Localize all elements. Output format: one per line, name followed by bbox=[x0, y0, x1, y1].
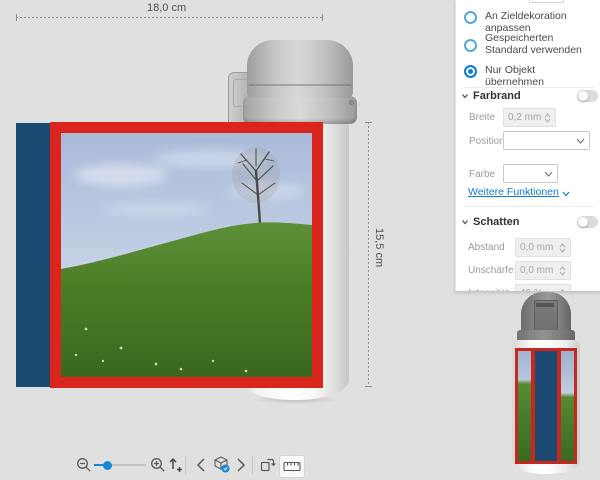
3d-view-icon[interactable] bbox=[212, 455, 231, 474]
previous-view-icon[interactable] bbox=[195, 458, 207, 472]
zoom-slider[interactable] bbox=[94, 457, 146, 473]
width-dimension-tick-right bbox=[322, 14, 323, 21]
bottle-cap bbox=[247, 40, 353, 98]
next-view-icon[interactable] bbox=[235, 458, 247, 472]
position-label: Position bbox=[469, 136, 505, 147]
panel-divider bbox=[464, 87, 594, 88]
preview-cap-bar bbox=[536, 303, 554, 307]
farbrand-section-header[interactable]: Farbrand bbox=[461, 90, 521, 102]
farbe-label: Farbe bbox=[469, 169, 495, 180]
schatten-section-header[interactable]: Schatten bbox=[461, 216, 519, 228]
product-preview-thumbnail[interactable] bbox=[500, 288, 595, 480]
width-dimension-tick-left bbox=[16, 14, 17, 21]
toggle-knob bbox=[578, 217, 588, 227]
unschaerfe-input[interactable]: 0,0 mm bbox=[515, 261, 571, 280]
radio-option-nur-objekt[interactable]: Nur Objekt übernehmen bbox=[464, 64, 596, 88]
farbrand-section-title: Farbrand bbox=[473, 90, 521, 102]
chevron-down-icon bbox=[461, 218, 469, 226]
chevron-down-icon bbox=[562, 191, 570, 197]
preview-photo-left bbox=[518, 351, 531, 461]
height-dimension-tick-top bbox=[365, 122, 372, 123]
unschaerfe-label: Unschärfe bbox=[468, 265, 514, 276]
width-dimension-line bbox=[16, 17, 323, 18]
width-dimension-label: 18,0 cm bbox=[147, 2, 186, 14]
preview-navy-stripe bbox=[535, 351, 557, 461]
zoom-out-icon[interactable] bbox=[76, 457, 92, 473]
breite-value: 0,2 mm bbox=[508, 112, 541, 123]
measurements-toggle-button[interactable] bbox=[279, 455, 305, 478]
radio-circle[interactable] bbox=[464, 39, 477, 52]
toolbar-divider bbox=[185, 456, 186, 474]
height-dimension-label: 15,5 cm bbox=[373, 228, 385, 267]
preview-photo-right bbox=[561, 351, 574, 461]
ruler-icon bbox=[283, 461, 301, 472]
radio-label: Nur Objekt übernehmen bbox=[485, 64, 596, 88]
chevron-down-icon bbox=[544, 171, 553, 177]
toggle-knob bbox=[578, 91, 588, 101]
chevron-down-icon bbox=[461, 92, 469, 100]
link-label: Weitere Funktionen bbox=[468, 186, 559, 198]
design-editor: 18,0 cm 15,5 cm bbox=[0, 0, 600, 480]
radio-circle[interactable] bbox=[464, 11, 477, 24]
farbrand-toggle[interactable] bbox=[577, 90, 598, 102]
panel-divider bbox=[464, 206, 594, 207]
copy-design-icon[interactable] bbox=[259, 456, 276, 473]
unschaerfe-value: 0,0 mm bbox=[520, 265, 553, 276]
height-dimension-line bbox=[368, 122, 369, 387]
radio-option-standard[interactable]: Gespeicherten Standard verwenden bbox=[464, 32, 596, 56]
zoom-slider-handle[interactable] bbox=[103, 461, 112, 470]
radio-label: An Zieldekoration anpassen bbox=[485, 10, 596, 34]
bottle-cap-seam bbox=[249, 84, 351, 86]
schatten-section-title: Schatten bbox=[473, 216, 519, 228]
breite-input[interactable]: 0,2 mm bbox=[503, 108, 556, 127]
weitere-funktionen-link[interactable]: Weitere Funktionen bbox=[468, 186, 570, 198]
fit-view-icon[interactable] bbox=[166, 456, 183, 473]
unschaerfe-stepper[interactable] bbox=[559, 266, 566, 276]
stepper-down-icon[interactable] bbox=[559, 271, 566, 276]
design-photo-frame[interactable] bbox=[50, 122, 323, 388]
schatten-toggle[interactable] bbox=[577, 216, 598, 228]
radio-label: Gespeicherten Standard verwenden bbox=[485, 32, 596, 56]
position-dropdown[interactable] bbox=[503, 131, 590, 150]
settings-panel: An Zieldekoration anpassen Gespeicherten… bbox=[455, 0, 600, 291]
clipped-control-remnant bbox=[529, 0, 564, 3]
radio-option-zieldekoration[interactable]: An Zieldekoration anpassen bbox=[464, 10, 596, 34]
abstand-stepper[interactable] bbox=[559, 243, 566, 253]
abstand-input[interactable]: 0,0 mm bbox=[515, 238, 571, 257]
breite-stepper[interactable] bbox=[544, 113, 551, 123]
design-photo[interactable] bbox=[61, 133, 312, 377]
toolbar-divider bbox=[252, 456, 253, 474]
breite-label: Breite bbox=[469, 112, 495, 123]
radio-circle-selected[interactable] bbox=[464, 65, 477, 78]
stepper-down-icon[interactable] bbox=[544, 118, 551, 123]
zoom-in-icon[interactable] bbox=[150, 457, 166, 473]
bottle-cap-base bbox=[243, 96, 357, 124]
landscape-photo-graphic bbox=[61, 133, 312, 377]
abstand-value: 0,0 mm bbox=[520, 242, 553, 253]
abstand-label: Abstand bbox=[468, 242, 505, 253]
farbe-dropdown[interactable] bbox=[503, 164, 558, 183]
chevron-down-icon bbox=[576, 138, 585, 144]
bottle-cap-hinge bbox=[349, 100, 354, 105]
preview-design-wrap bbox=[515, 348, 577, 464]
stepper-down-icon[interactable] bbox=[559, 248, 566, 253]
height-dimension-tick-bottom bbox=[365, 386, 372, 387]
design-navy-stripe[interactable] bbox=[16, 123, 50, 387]
